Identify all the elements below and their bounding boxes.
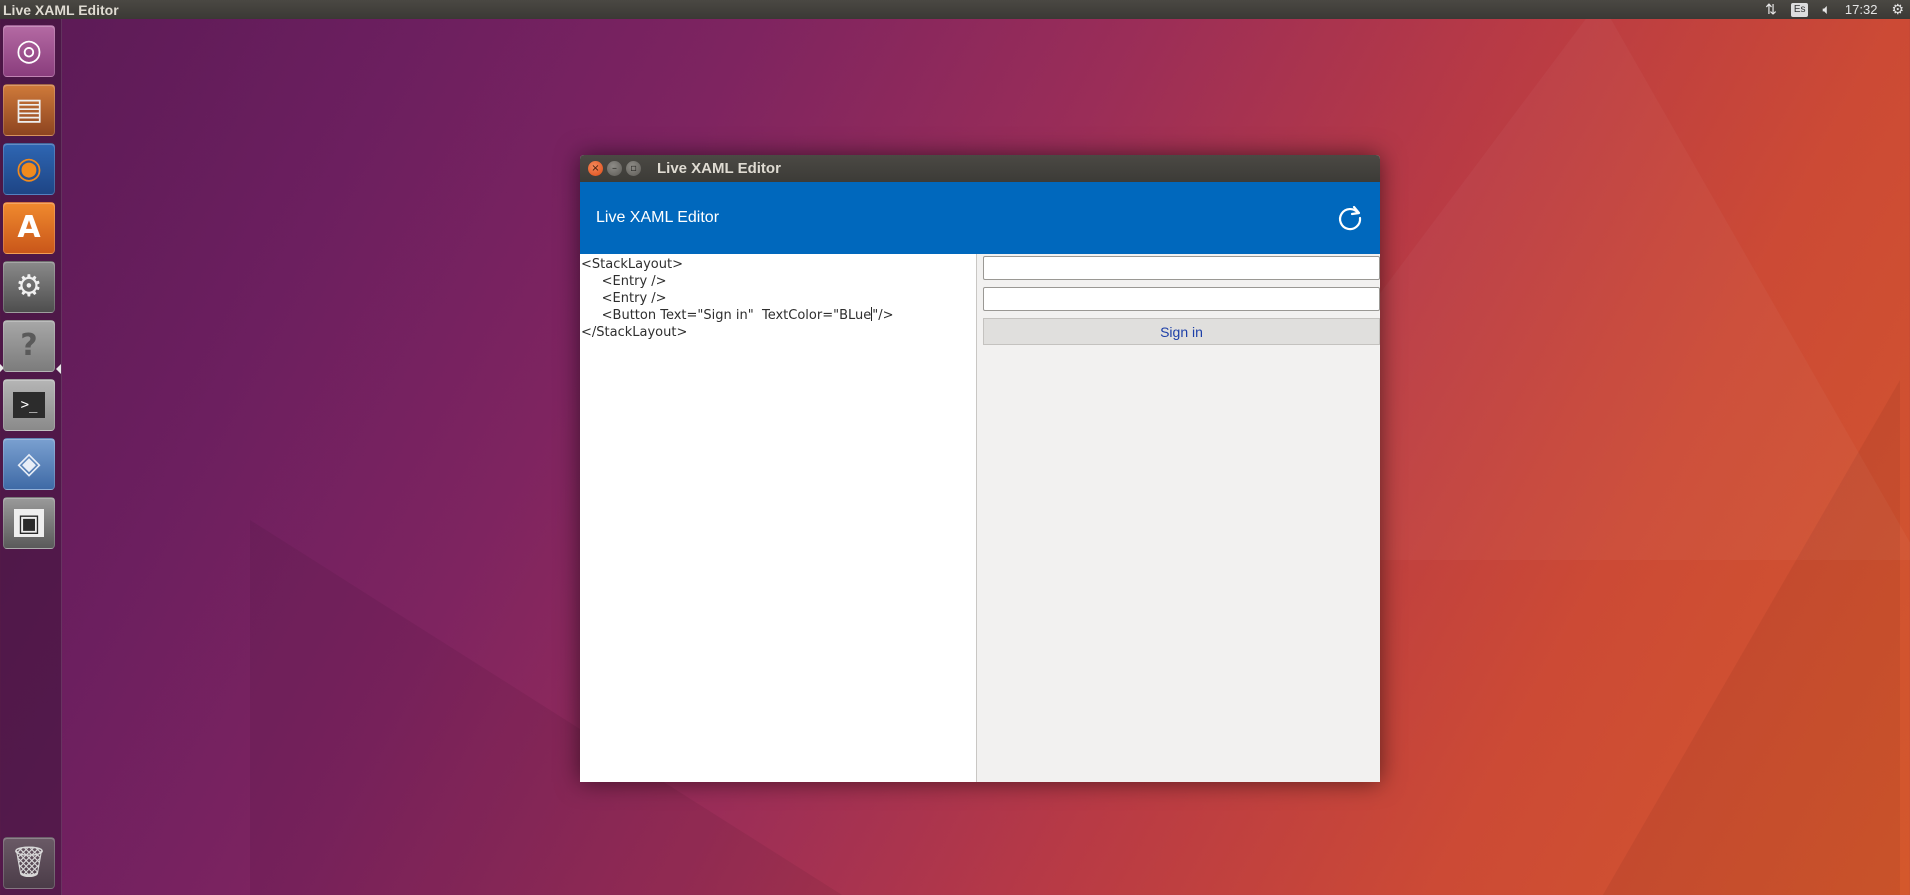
launcher-active-indicator — [56, 364, 61, 374]
app-bar: Live XAML Editor — [580, 182, 1380, 254]
tools-icon: ⚙ — [15, 269, 43, 304]
preview-entry-1[interactable] — [983, 256, 1380, 280]
window-maximize-button[interactable]: ▫ — [626, 161, 641, 176]
launcher-item-terminal[interactable]: >_ — [3, 379, 55, 431]
close-icon: × — [591, 162, 600, 174]
code-line-3: <Entry /> — [581, 291, 667, 306]
launcher-item-files[interactable]: ▤ — [3, 84, 55, 136]
xaml-editor[interactable]: <StackLayout> <Entry /> <Entry /> <Butto… — [580, 254, 977, 782]
sign-in-button-label: Sign in — [1160, 323, 1203, 340]
window-minimize-button[interactable]: – — [607, 161, 622, 176]
gear-icon[interactable]: ⚙ — [1891, 1, 1904, 18]
trash-icon: 🗑︎ — [9, 845, 49, 880]
keyboard-layout-indicator[interactable]: Es — [1790, 2, 1809, 17]
floppy-icon: ▣ — [13, 509, 45, 537]
window-title: Live XAML Editor — [657, 160, 781, 177]
launcher-item-help[interactable]: ? — [3, 320, 55, 372]
window-close-button[interactable]: × — [588, 161, 603, 176]
code-line-4-text: <Button Text="Sign in" TextColor="BLue — [581, 308, 872, 323]
maximize-icon: ▫ — [630, 162, 637, 174]
app-window: × – ▫ Live XAML Editor Live XAML Editor … — [580, 155, 1380, 782]
launcher-item-ubuntu-dash[interactable]: ◎ — [3, 25, 55, 77]
firefox-icon: ◉ — [15, 151, 43, 186]
terminal-icon: >_ — [12, 392, 46, 418]
launcher-item-monodevelop[interactable]: ◈ — [3, 438, 55, 490]
preview-pane: Sign in — [977, 254, 1380, 782]
code-line-4-suffix: "/> — [872, 308, 894, 323]
system-tray: ⇅ Es 🔈︎ 17:32 ⚙ — [1765, 1, 1910, 18]
launcher-item-save[interactable]: ▣ — [3, 497, 55, 549]
launcher-item-system-settings[interactable]: ⚙ — [3, 261, 55, 313]
code-line-1: <StackLayout> — [581, 257, 683, 272]
clock[interactable]: 17:32 — [1845, 2, 1878, 17]
launcher-item-software-center[interactable]: A — [3, 202, 55, 254]
minimize-icon: – — [612, 162, 617, 174]
launcher-item-trash[interactable]: 🗑︎ — [3, 837, 55, 889]
active-app-title: Live XAML Editor — [3, 1, 119, 18]
question-icon: ? — [20, 328, 38, 363]
preview-entry-2[interactable] — [983, 287, 1380, 311]
speaker-icon[interactable]: 🔈︎ — [1822, 1, 1830, 18]
editor-split: <StackLayout> <Entry /> <Entry /> <Butto… — [580, 254, 1380, 782]
monodevelop-icon: ◈ — [17, 446, 41, 481]
window-titlebar[interactable]: × – ▫ Live XAML Editor — [580, 155, 1380, 182]
shopping-bag-icon: A — [17, 210, 41, 245]
ubuntu-logo-icon: ◎ — [15, 33, 43, 68]
file-cabinet-icon: ▤ — [14, 92, 44, 127]
top-panel: Live XAML Editor ⇅ Es 🔈︎ 17:32 ⚙ — [0, 0, 1910, 19]
code-line-5: </StackLayout> — [581, 325, 688, 340]
code-line-2: <Entry /> — [581, 274, 667, 289]
code-line-4: <Button Text="Sign in" TextColor="BLue"/… — [581, 307, 975, 324]
sign-in-button[interactable]: Sign in — [983, 318, 1380, 345]
network-updown-icon[interactable]: ⇅ — [1765, 1, 1777, 18]
page-title: Live XAML Editor — [596, 209, 720, 226]
launcher: ◎ ▤ ◉ A ⚙ ? >_ ◈ ▣ 🗑︎ — [0, 19, 62, 895]
refresh-icon[interactable] — [1336, 204, 1364, 232]
launcher-item-firefox[interactable]: ◉ — [3, 143, 55, 195]
